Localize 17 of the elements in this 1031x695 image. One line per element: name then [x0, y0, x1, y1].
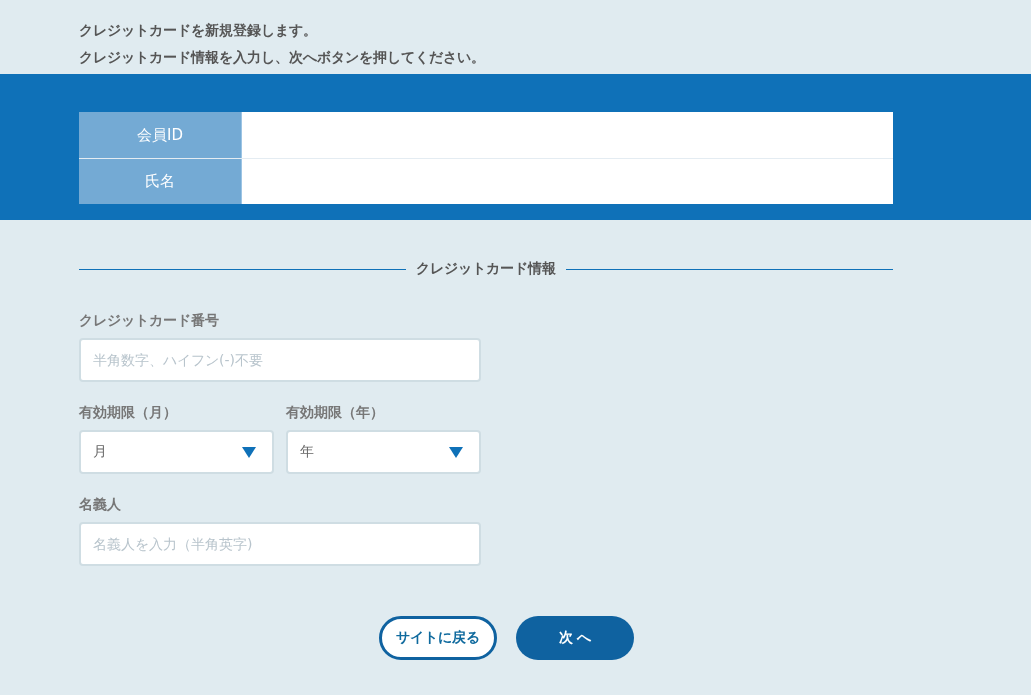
next-button[interactable]: 次 へ: [516, 616, 634, 660]
card-number-field[interactable]: 半角数字、ハイフン(-)不要: [79, 338, 481, 382]
dropdown-arrow-icon: [242, 446, 256, 458]
table-header-cell: 氏名: [79, 159, 242, 204]
expiry-dropdown[interactable]: 年: [286, 430, 481, 474]
field-label: クレジットカード番号: [79, 312, 220, 330]
dropdown-arrow-icon: [449, 446, 463, 458]
back-button[interactable]: サイトに戻る: [379, 616, 497, 660]
instruction-text: クレジットカード情報を入力し、次へボタンを押してください。: [79, 48, 486, 67]
expiry-dropdown[interactable]: 月: [79, 430, 274, 474]
field-label: 有効期限（年）: [286, 404, 385, 422]
instruction-text: クレジットカードを新規登録します。: [79, 21, 318, 40]
cardholder-field[interactable]: 名義人を入力（半角英字): [79, 522, 481, 566]
field-label: 有効期限（月）: [79, 404, 178, 422]
section-title: クレジットカード情報: [416, 260, 556, 278]
field-label: 名義人: [79, 496, 122, 514]
table-header-cell: 会員ID: [79, 112, 242, 158]
